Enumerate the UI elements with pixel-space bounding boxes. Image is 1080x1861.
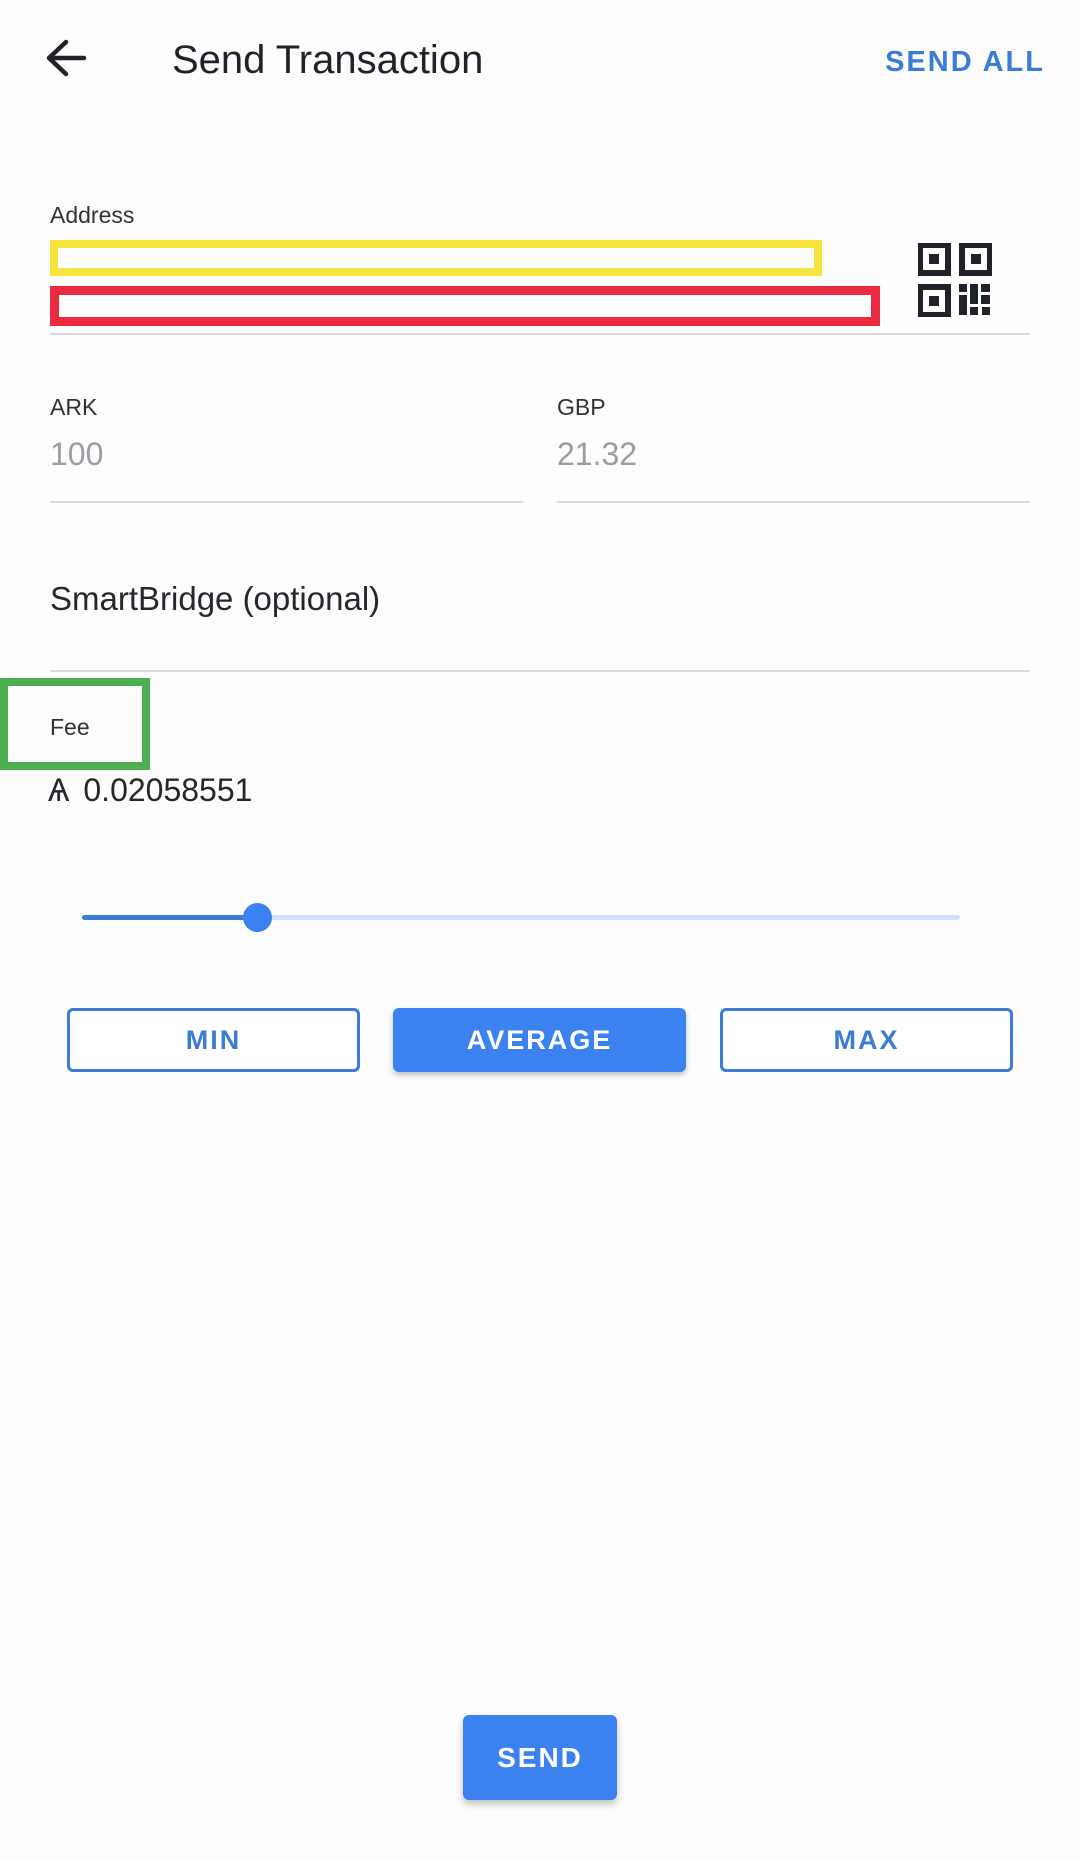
fee-label: Fee (50, 714, 90, 736)
page-title: Send Transaction (172, 38, 484, 82)
qr-scan-button[interactable] (917, 242, 993, 318)
arrow-left-icon (46, 39, 87, 77)
address-label: Address (50, 202, 135, 228)
back-button[interactable] (36, 28, 96, 88)
address-redaction-yellow[interactable] (50, 240, 822, 276)
gbp-amount-input[interactable]: 21.32 (557, 436, 637, 473)
send-all-button[interactable]: SEND ALL (885, 46, 1045, 79)
fee-slider-thumb[interactable] (243, 903, 273, 932)
address-underline (50, 333, 1030, 335)
gbp-amount-label: GBP (557, 394, 606, 420)
smartbridge-input[interactable]: SmartBridge (optional) (50, 580, 380, 618)
send-button[interactable]: SEND (463, 1715, 617, 1800)
fee-amount: 0.02058551 (83, 772, 253, 808)
gbp-amount-underline (557, 501, 1030, 503)
fee-average-button[interactable]: AVERAGE (393, 1008, 686, 1072)
ark-amount-input[interactable]: 100 (50, 436, 103, 473)
fee-max-button[interactable]: MAX (720, 1008, 1013, 1072)
fee-min-button[interactable]: MIN (67, 1008, 360, 1072)
smartbridge-underline (50, 670, 1030, 672)
ark-currency-icon: Ѧ (48, 772, 70, 808)
qr-code-icon (917, 242, 993, 318)
fee-slider-fill (82, 915, 258, 920)
fee-value: Ѧ 0.02058551 (48, 772, 252, 809)
address-redaction-red[interactable] (50, 286, 880, 326)
ark-amount-underline (50, 501, 523, 503)
ark-amount-label: ARK (50, 394, 98, 420)
